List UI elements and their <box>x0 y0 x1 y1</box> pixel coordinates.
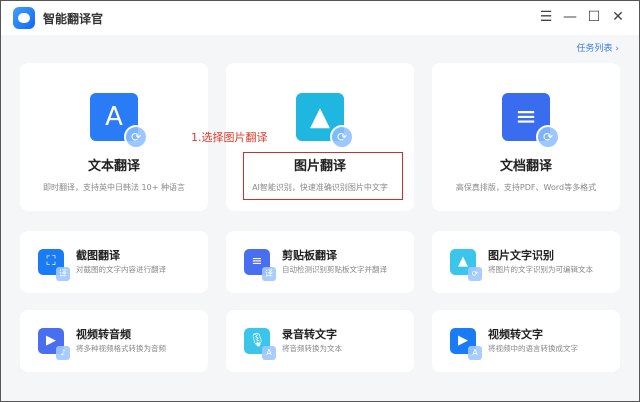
translate-badge-icon: ⟳ <box>536 125 560 149</box>
title-bar: 智能翻译官 ☰ — ☐ ✕ <box>1 1 639 35</box>
feature-card-0[interactable]: A ⟳ 文本翻译 即时翻译，支持英中日韩法 10+ 种语言 <box>20 63 208 211</box>
tool-title: 剪贴板翻译 <box>282 249 337 262</box>
tool-badge-icon: A <box>262 346 276 360</box>
tool-badge-icon: ♪ <box>56 346 70 360</box>
tool-desc: 将图片的文字识别为可编辑文本 <box>488 265 593 274</box>
feature-card-2[interactable]: ≡ ⟳ 文档翻译 高保真排版，支持PDF、Word等多格式 <box>432 63 620 211</box>
annotation-highlight-box <box>243 152 403 200</box>
feature-icon: ≡ ⟳ <box>502 93 560 149</box>
tool-desc: 将视频中的语言转换成文字 <box>488 344 578 353</box>
tool-icon: 🎙 A <box>244 328 276 360</box>
app-title: 智能翻译官 <box>43 11 104 26</box>
annotation-text: 1.选择图片翻译 <box>191 131 268 144</box>
minimize-icon[interactable]: — <box>561 7 579 27</box>
tool-desc: 对截图的文字内容进行翻译 <box>76 265 166 274</box>
feature-title: 文档翻译 <box>499 159 552 174</box>
tool-card-5[interactable]: ▶ A 视频转文字 将视频中的语言转换成文字 <box>432 310 620 372</box>
feature-title: 文本翻译 <box>87 159 140 174</box>
tool-title: 视频转文字 <box>488 328 543 341</box>
tool-icon: ▶ ♪ <box>38 328 70 360</box>
tool-card-1[interactable]: ≡ 译 剪贴板翻译 自动检测识别剪贴板文字并翻译 <box>226 231 414 293</box>
feature-desc: 高保真排版，支持PDF、Word等多格式 <box>455 183 597 192</box>
tool-desc: 将多种视频格式转换为音频 <box>76 344 166 353</box>
tool-badge-icon: 译 <box>56 267 70 281</box>
task-list-link[interactable]: 任务列表 › <box>577 41 619 54</box>
feature-desc: 即时翻译，支持英中日韩法 10+ 种语言 <box>43 183 185 192</box>
tool-card-3[interactable]: ▶ ♪ 视频转音频 将多种视频格式转换为音频 <box>20 310 208 372</box>
tool-title: 视频转音频 <box>76 328 131 341</box>
feature-icon: A ⟳ <box>90 93 148 149</box>
tool-badge-icon: ⟳ <box>468 267 482 281</box>
feature-icon: ▲ ⟳ <box>296 93 354 149</box>
close-icon[interactable]: ✕ <box>609 7 627 27</box>
tool-card-0[interactable]: ⛶ 译 截图翻译 对截图的文字内容进行翻译 <box>20 231 208 293</box>
tool-icon: ▶ A <box>450 328 482 360</box>
menu-icon[interactable]: ☰ <box>537 7 555 27</box>
translate-badge-icon: ⟳ <box>330 125 354 149</box>
tool-badge-icon: A <box>468 346 482 360</box>
translate-badge-icon: ⟳ <box>124 125 148 149</box>
tool-title: 截图翻译 <box>76 249 120 262</box>
tool-desc: 自动检测识别剪贴板文字并翻译 <box>282 265 387 274</box>
tool-title: 图片文字识别 <box>488 249 554 262</box>
tool-badge-icon: 译 <box>262 267 276 281</box>
app-window: 智能翻译官 ☰ — ☐ ✕ 任务列表 › A ⟳ 文本翻译 即时翻译，支持英中日韩… <box>1 1 639 401</box>
tool-icon: ▲ ⟳ <box>450 249 482 281</box>
maximize-icon[interactable]: ☐ <box>585 7 603 27</box>
tool-card-2[interactable]: ▲ ⟳ 图片文字识别 将图片的文字识别为可编辑文本 <box>432 231 620 293</box>
tool-desc: 将音频转换为文本 <box>282 344 342 353</box>
tool-icon: ⛶ 译 <box>38 249 70 281</box>
tool-icon: ≡ 译 <box>244 249 276 281</box>
tool-title: 录音转文字 <box>282 328 337 341</box>
app-logo-icon <box>13 7 35 29</box>
tool-card-4[interactable]: 🎙 A 录音转文字 将音频转换为文本 <box>226 310 414 372</box>
